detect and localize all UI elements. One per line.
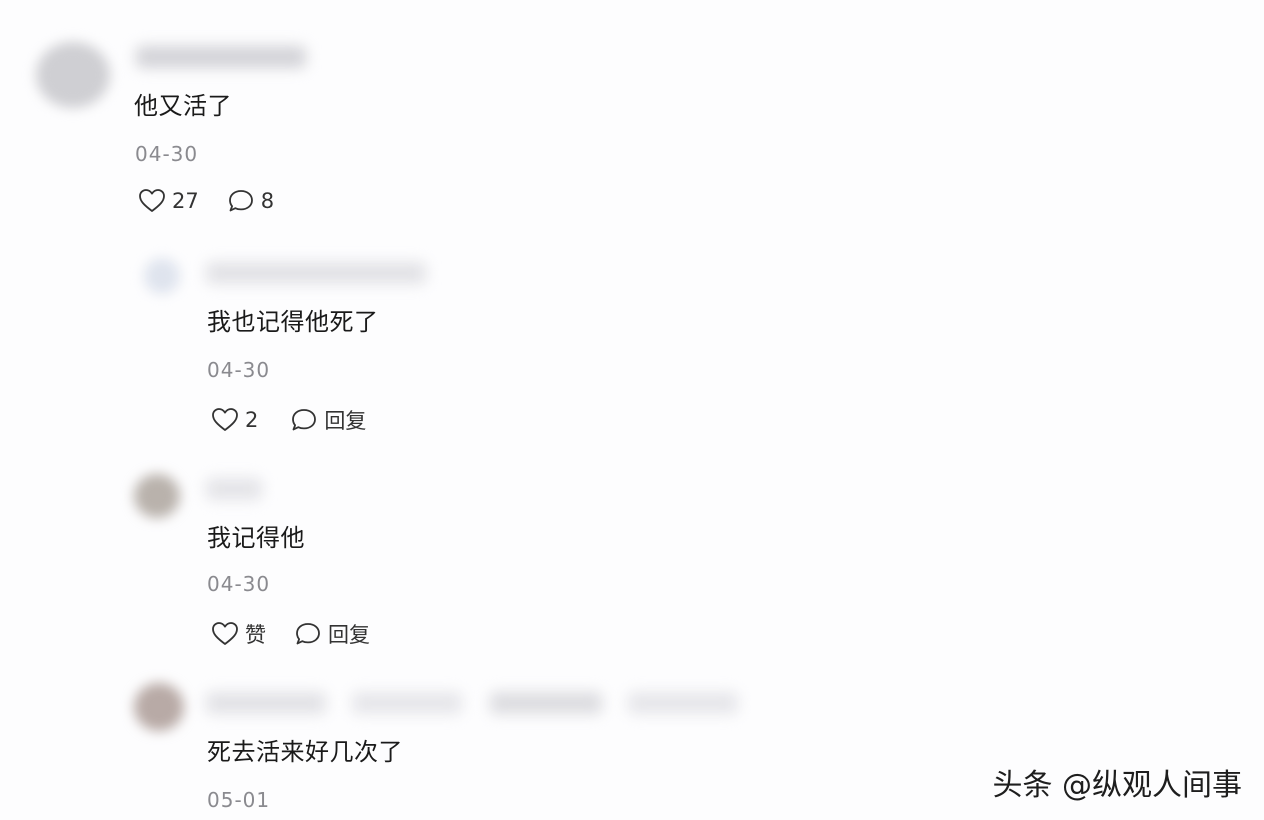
speech-bubble-icon (290, 407, 318, 433)
comment-text: 我也记得他死了 (207, 308, 379, 336)
like-count: 27 (172, 189, 199, 213)
reply-button[interactable]: 回复 (294, 619, 370, 649)
reply-label: 回复 (324, 409, 367, 433)
username-blurred[interactable] (206, 478, 262, 500)
like-count: 2 (245, 408, 259, 432)
avatar[interactable] (134, 683, 184, 731)
watermark: 头条 @纵观人间事 (992, 768, 1242, 803)
like-button[interactable]: 27 (138, 188, 199, 214)
reply-label: 回复 (328, 623, 370, 647)
username-blurred (628, 692, 738, 714)
comment-text: 死去活来好几次了 (207, 738, 403, 766)
comment-feed: 他又活了 04-30 27 8 我也记得他死了 04-30 2 回复 我记得他 … (0, 0, 1264, 820)
username-blurred (352, 692, 462, 714)
avatar[interactable] (36, 42, 110, 108)
reply-button[interactable]: 8 (227, 188, 274, 214)
heart-icon (211, 621, 239, 647)
avatar[interactable] (134, 474, 180, 518)
comment-text: 我记得他 (207, 524, 305, 552)
comment-actions: 27 8 (138, 188, 274, 214)
heart-icon (211, 407, 239, 433)
comment-date: 04-30 (135, 142, 199, 166)
speech-bubble-icon (294, 621, 322, 647)
like-button[interactable]: 赞 (211, 619, 266, 649)
heart-icon (138, 188, 166, 214)
reply-button[interactable]: 回复 (290, 405, 366, 435)
like-button[interactable]: 2 (211, 407, 258, 433)
username-blurred[interactable] (206, 692, 326, 714)
avatar[interactable] (144, 258, 180, 294)
like-label: 赞 (245, 623, 266, 647)
speech-bubble-icon (227, 188, 255, 214)
comment-date: 04-30 (207, 572, 271, 596)
username-blurred[interactable] (136, 46, 306, 68)
comment-date: 05-01 (207, 788, 271, 812)
comment-date: 04-30 (207, 358, 271, 382)
comment-actions: 2 回复 (211, 405, 366, 435)
username-blurred (490, 692, 602, 714)
reply-count: 8 (260, 189, 275, 213)
comment-actions: 赞 回复 (211, 619, 370, 649)
comment-text: 他又活了 (134, 92, 232, 120)
username-blurred[interactable] (206, 262, 426, 284)
